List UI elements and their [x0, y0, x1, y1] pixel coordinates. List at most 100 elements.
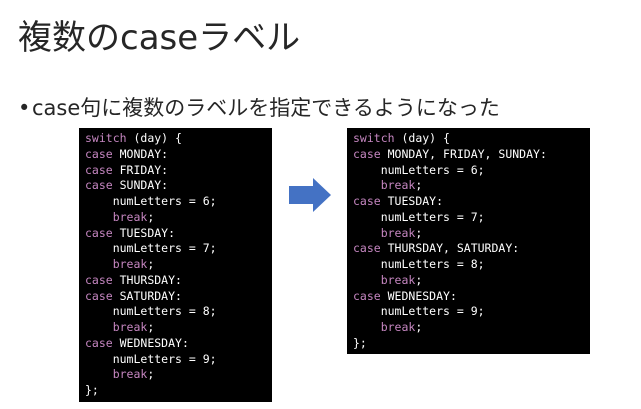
code-text: };	[85, 383, 99, 397]
code-text: ;	[415, 225, 423, 240]
code-text: numLetters = 8;	[112, 304, 217, 319]
code-line: break;	[353, 320, 584, 336]
code-line: break;	[353, 226, 584, 242]
code-line: case SATURDAY:	[85, 289, 266, 305]
code-keyword: case	[85, 288, 113, 303]
code-line: break;	[353, 273, 584, 289]
code-text: MONDAY:	[112, 146, 169, 161]
code-text: numLetters = 9;	[112, 351, 217, 366]
right-arrow-icon	[289, 178, 331, 212]
code-line: numLetters = 6;	[353, 163, 584, 179]
code-text: };	[353, 335, 367, 350]
code-keyword: break	[380, 225, 416, 240]
code-text: ;	[147, 257, 155, 271]
code-keyword: break	[380, 272, 416, 287]
code-keyword: case	[85, 162, 113, 177]
code-block-before: switch (day) {case MONDAY: case FRIDAY: ca…	[79, 128, 272, 402]
slide: 複数のcaseラベル •case句に複数のラベルを指定できるようになった swi…	[0, 0, 641, 409]
code-text: FRIDAY:	[112, 162, 169, 177]
code-keyword: case	[353, 241, 381, 256]
code-keyword: case	[353, 288, 381, 303]
code-keyword: case	[353, 194, 381, 208]
slide-title: 複数のcaseラベル	[18, 18, 301, 58]
code-keyword: switch	[85, 131, 127, 145]
code-line: case TUESDAY:	[85, 226, 266, 242]
code-line: case MONDAY, FRIDAY, SUNDAY:	[353, 147, 584, 163]
code-keyword: case	[353, 146, 381, 161]
code-text: numLetters = 9;	[380, 304, 485, 319]
code-line: case WEDNESDAY:	[85, 336, 266, 352]
code-line: numLetters = 6;	[85, 194, 266, 210]
code-text: numLetters = 7;	[112, 241, 217, 256]
code-keyword: case	[85, 146, 113, 161]
code-text: TUESDAY:	[380, 194, 444, 208]
code-text: ;	[147, 209, 155, 224]
code-text: (day) {	[126, 131, 182, 145]
code-line: switch (day) {	[353, 131, 584, 147]
code-text: (day) {	[394, 131, 450, 145]
code-block-after: switch (day) {case MONDAY, FRIDAY, SUNDA…	[347, 128, 590, 354]
code-line: case THURSDAY, SATURDAY:	[353, 241, 584, 257]
code-line: break;	[85, 367, 266, 383]
code-text: numLetters = 6;	[112, 194, 217, 208]
code-keyword: break	[112, 367, 148, 382]
code-text: SATURDAY:	[112, 288, 182, 303]
code-keyword: break	[380, 178, 416, 193]
code-keyword: case	[85, 225, 113, 240]
code-line: switch (day) {	[85, 131, 266, 147]
code-text: ;	[147, 320, 155, 334]
code-line: break;	[353, 178, 584, 194]
code-line: break;	[85, 320, 266, 336]
code-line: case THURSDAY:	[85, 273, 266, 289]
code-line: numLetters = 9;	[85, 352, 266, 368]
code-line: };	[85, 383, 266, 399]
code-text: MONDAY, FRIDAY, SUNDAY:	[380, 146, 547, 161]
code-line: numLetters = 8;	[85, 304, 266, 320]
code-line: case WEDNESDAY:	[353, 289, 584, 305]
bullet-point: •case句に複数のラベルを指定できるようになった	[18, 92, 500, 122]
code-text: WEDNESDAY:	[380, 288, 457, 303]
code-keyword: break	[112, 320, 148, 334]
code-keyword: case	[85, 178, 113, 193]
code-line: numLetters = 7;	[85, 241, 266, 257]
code-line: numLetters = 7;	[353, 210, 584, 226]
code-keyword: switch	[353, 131, 395, 145]
code-text: ;	[415, 178, 423, 193]
code-line: case MONDAY:	[85, 147, 266, 163]
code-text: ;	[147, 367, 155, 382]
code-text: SUNDAY:	[112, 178, 169, 193]
code-line: };	[353, 336, 584, 352]
code-text: numLetters = 8;	[380, 257, 485, 271]
code-text: ;	[415, 272, 423, 287]
code-keyword: break	[380, 320, 416, 334]
code-line: numLetters = 9;	[353, 304, 584, 320]
code-keyword: break	[112, 209, 148, 224]
code-text: numLetters = 7;	[380, 209, 485, 224]
code-keyword: case	[85, 335, 113, 350]
code-line: case TUESDAY:	[353, 194, 584, 210]
code-keyword: break	[112, 257, 148, 271]
code-text: numLetters = 6;	[380, 162, 485, 177]
code-line: break;	[85, 257, 266, 273]
code-line: case FRIDAY:	[85, 163, 266, 179]
bullet-marker: •	[18, 96, 31, 120]
code-text: THURSDAY:	[112, 272, 182, 287]
code-line: break;	[85, 210, 266, 226]
code-text: THURSDAY, SATURDAY:	[380, 241, 520, 256]
